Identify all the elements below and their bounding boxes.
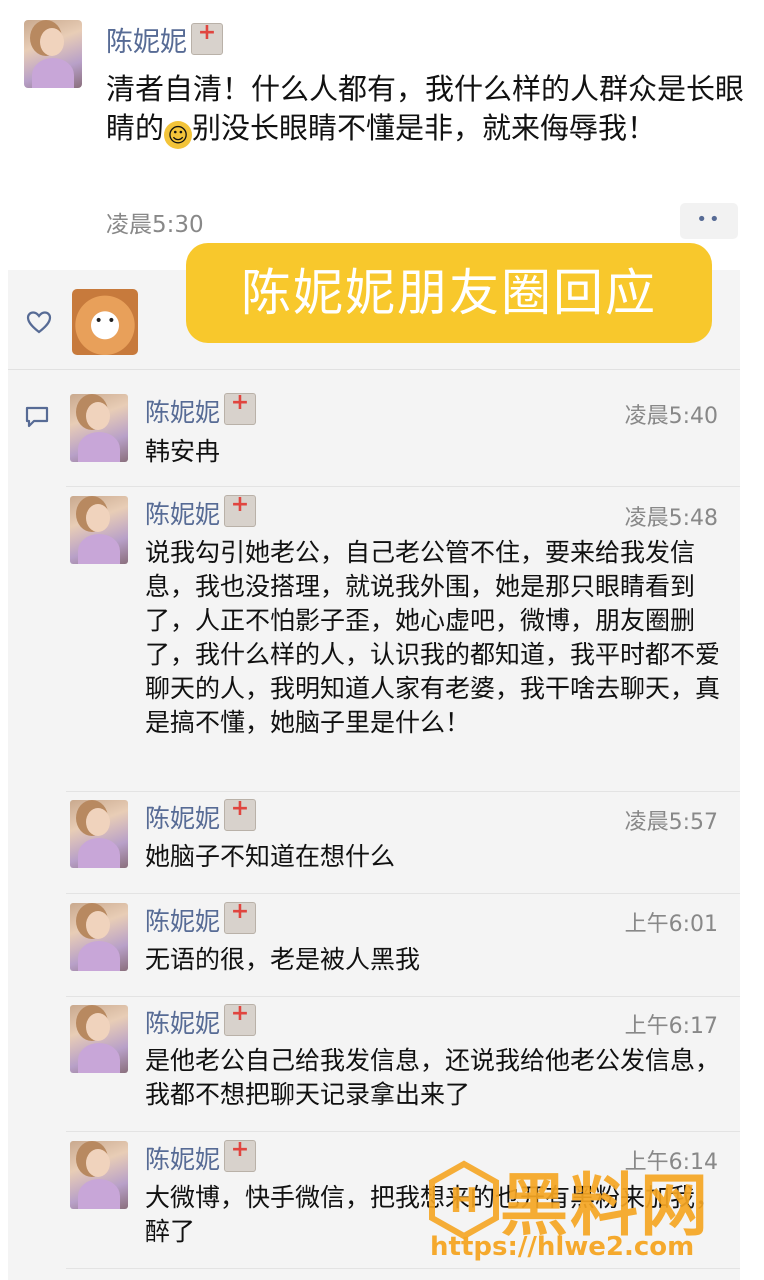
comment-divider <box>66 996 740 997</box>
moment-post: 陈妮妮 清者自清！什么人都有，我什么样的人群众是长眼睛的☺别没长眼睛不懂是非，就… <box>0 0 764 262</box>
comment-divider <box>66 791 740 792</box>
comment-text: 无语的很，老是被人黑我 <box>145 945 421 974</box>
watermark-logo-icon: H <box>429 1160 499 1240</box>
comment-divider <box>66 1268 740 1269</box>
liker-avatar[interactable] <box>72 289 138 355</box>
comment-time: 上午6:01 <box>624 912 718 937</box>
comment-avatar[interactable] <box>70 394 128 462</box>
comment-text: 韩安冉 <box>145 437 221 466</box>
hospital-badge-icon <box>224 899 257 934</box>
hospital-badge-icon <box>224 1001 257 1036</box>
comment-time: 凌晨5:57 <box>624 810 718 835</box>
comment-avatar[interactable] <box>70 1141 128 1209</box>
comment-divider <box>66 486 740 487</box>
heart-icon <box>26 311 52 334</box>
comment-author[interactable]: 陈妮妮 <box>145 1001 257 1040</box>
comment-divider <box>66 893 740 894</box>
hospital-badge-icon <box>191 20 223 55</box>
comment-avatar[interactable] <box>70 800 128 868</box>
hospital-badge-icon <box>224 1137 257 1172</box>
post-text: 清者自清！什么人都有，我什么样的人群众是长眼睛的 ☺ 别没长眼睛不懂是非，就来侮辱我… <box>106 72 745 149</box>
comment-icon <box>25 406 49 428</box>
hospital-badge-icon <box>224 796 257 831</box>
comment-avatar[interactable] <box>70 496 128 564</box>
hospital-badge-icon <box>224 492 257 527</box>
comment-author[interactable]: 陈妮妮 <box>145 796 257 835</box>
comment-time: 上午6:17 <box>624 1014 718 1039</box>
comment-time: 凌晨5:40 <box>624 404 718 429</box>
post-time: 凌晨5:30 <box>106 212 204 238</box>
overlay-banner: 陈妮妮朋友圈回应 <box>186 243 712 343</box>
smile-emoji-icon: ☺ <box>164 121 193 149</box>
comment-text: 她脑子不知道在想什么 <box>145 842 396 871</box>
comment-avatar[interactable] <box>70 1005 128 1073</box>
comment-time: 凌晨5:48 <box>624 506 718 531</box>
comment-text: 是他老公自己给我发信息，还说我给他老公发信息，我都不想把聊天记录拿出来了 <box>145 1046 721 1109</box>
comment-author[interactable]: 陈妮妮 <box>145 390 257 429</box>
comment-divider <box>66 1131 740 1132</box>
comment-author[interactable]: 陈妮妮 <box>145 492 257 531</box>
poster-avatar[interactable] <box>24 20 82 88</box>
watermark-url: https://hlwe2.com <box>430 1232 695 1262</box>
hospital-badge-icon <box>224 390 257 425</box>
comment-author[interactable]: 陈妮妮 <box>145 1137 257 1176</box>
svg-text:H: H <box>450 1181 478 1221</box>
comment-avatar[interactable] <box>70 903 128 971</box>
more-options-button[interactable]: •• <box>680 203 738 239</box>
comment-text: 说我勾引她老公，自己老公管不住，要来给我发信息，我也没搭理，就说我外围，她是那只… <box>145 538 721 737</box>
likes-divider <box>8 369 740 370</box>
poster-name[interactable]: 陈妮妮 <box>106 20 223 59</box>
comment-author[interactable]: 陈妮妮 <box>145 899 257 938</box>
